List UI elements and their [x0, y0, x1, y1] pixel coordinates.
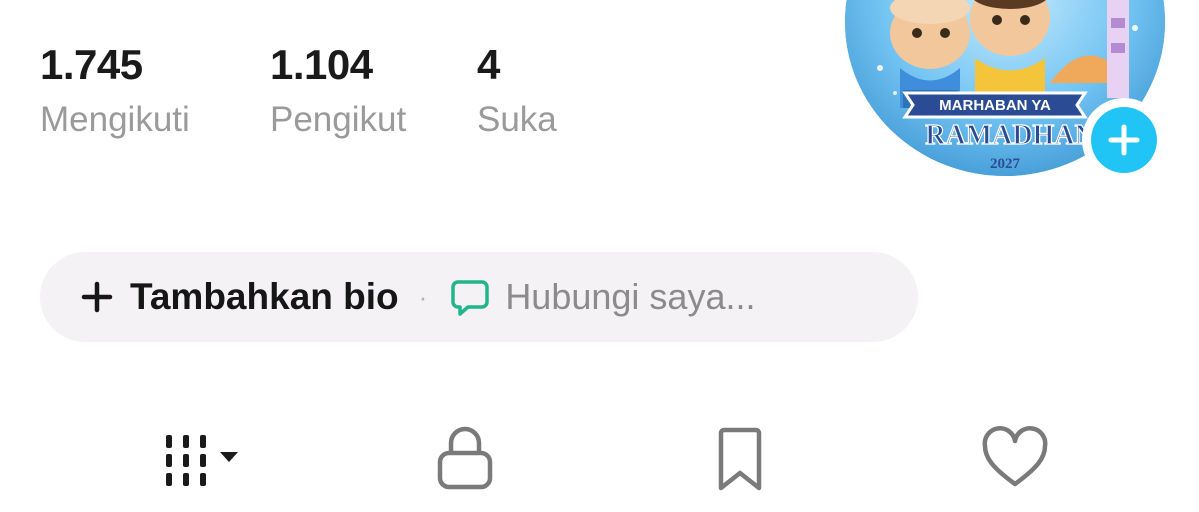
lock-icon: [437, 426, 493, 490]
following-label: Mengikuti: [40, 100, 190, 139]
bio-pill: Tambahkan bio · Hubungi saya...: [40, 252, 918, 342]
add-bio-button[interactable]: Tambahkan bio: [80, 276, 399, 318]
followers-stat[interactable]: 1.104 Pengikut: [270, 41, 407, 139]
add-avatar-button[interactable]: [1082, 98, 1166, 182]
heart-icon: [982, 426, 1048, 487]
add-avatar-badge: [1091, 107, 1157, 173]
profile-page: 1.745 Mengikuti 1.104 Pengikut 4 Suka MA…: [0, 0, 1199, 512]
plus-icon: [1108, 124, 1140, 156]
following-count: 1.745: [40, 41, 143, 88]
tab-saved[interactable]: [700, 418, 780, 498]
avatar-line2: RAMADHAN: [925, 120, 1095, 151]
chat-bubble-icon: [451, 280, 490, 316]
grid-icon: [166, 435, 238, 486]
likes-count: 4: [477, 41, 500, 88]
avatar-line1: MARHABAN YA: [939, 97, 1051, 114]
contact-label: Hubungi saya...: [505, 276, 756, 317]
bookmark-icon: [718, 427, 762, 491]
followers-label: Pengikut: [270, 100, 407, 139]
likes-label: Suka: [477, 100, 557, 139]
separator: ·: [418, 281, 428, 312]
chevron-down-icon: [220, 452, 238, 462]
plus-icon: [81, 281, 113, 313]
followers-count: 1.104: [270, 41, 373, 88]
tab-private[interactable]: [420, 418, 510, 498]
add-bio-label: Tambahkan bio: [130, 276, 399, 317]
tab-videos[interactable]: [140, 418, 260, 498]
likes-stat[interactable]: 4 Suka: [477, 41, 557, 139]
following-stat[interactable]: 1.745 Mengikuti: [40, 41, 190, 139]
avatar-line3: 2027: [990, 156, 1021, 172]
contact-button[interactable]: Hubungi saya...: [449, 276, 755, 318]
tab-liked[interactable]: [970, 418, 1060, 498]
